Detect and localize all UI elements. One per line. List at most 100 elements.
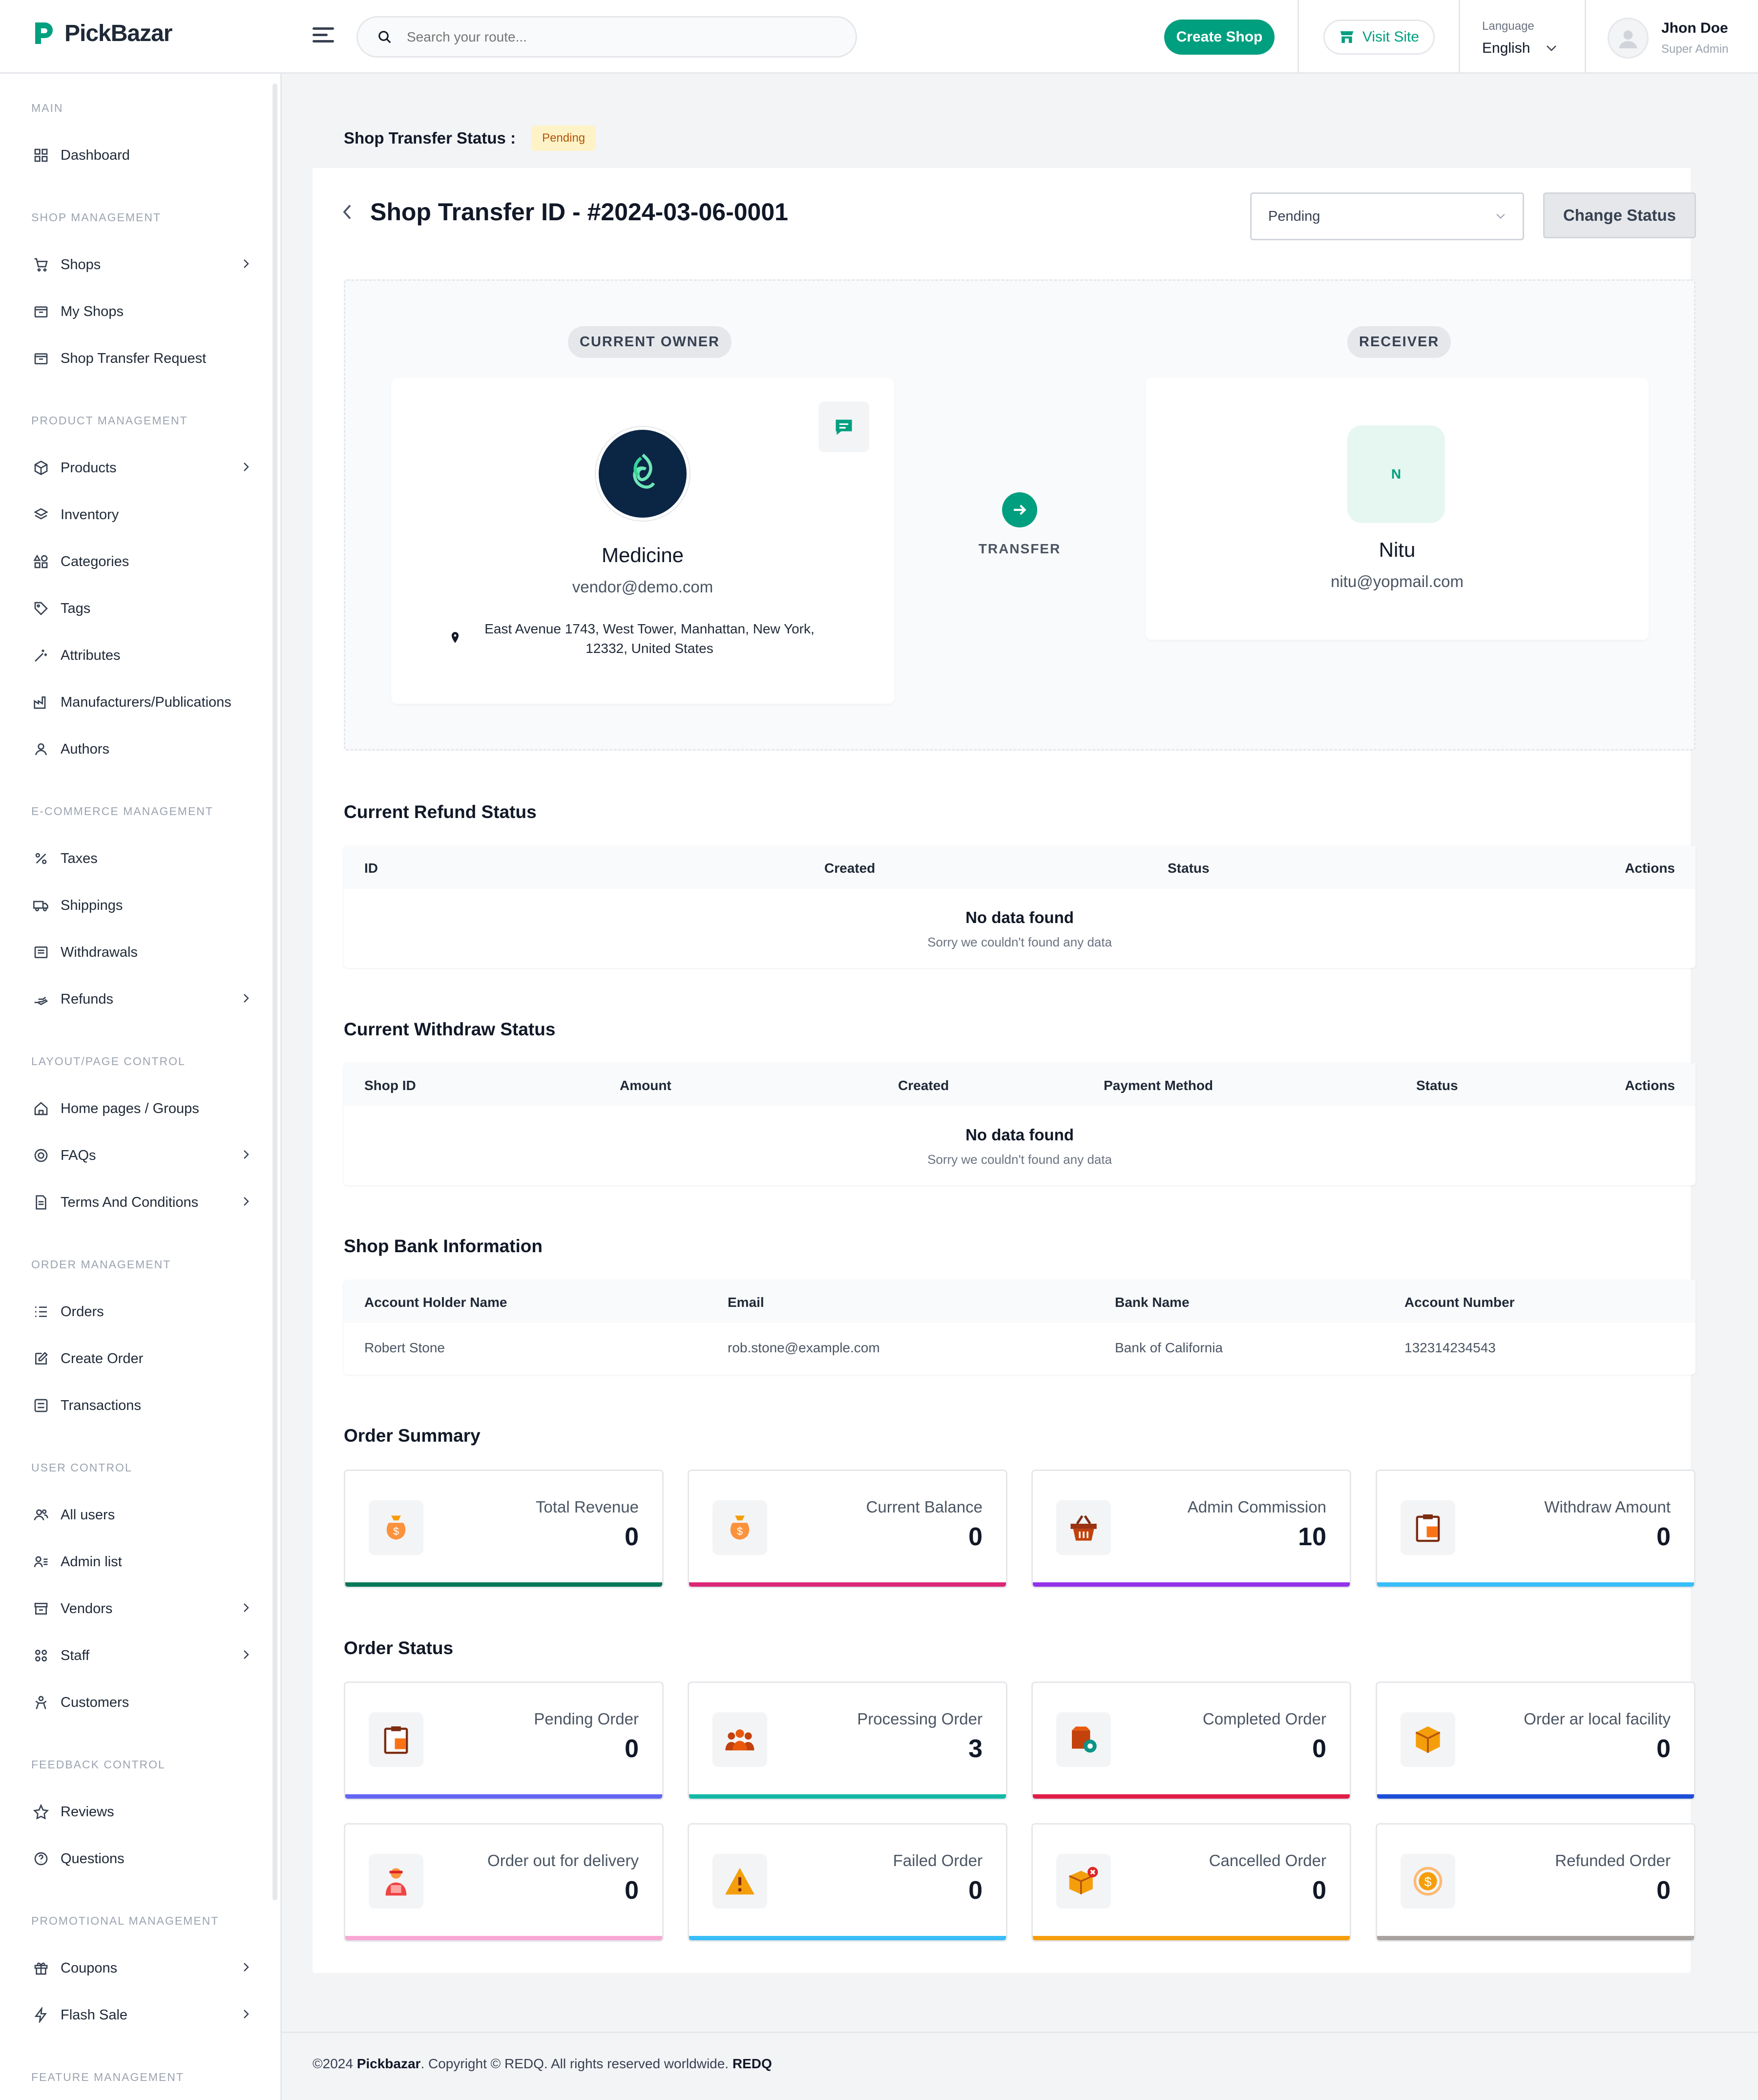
- change-status-button[interactable]: Change Status: [1543, 192, 1696, 238]
- status-select[interactable]: Pending: [1250, 192, 1524, 240]
- sidebar-item-shippings[interactable]: Shippings: [31, 896, 251, 915]
- sidebar-item-customers[interactable]: Customers: [31, 1693, 251, 1712]
- status-card-failed: Failed Order 0: [688, 1823, 1007, 1942]
- summary-card-total-revenue: $ Total Revenue 0: [344, 1470, 664, 1588]
- sidebar-item-authors[interactable]: Authors: [31, 739, 251, 759]
- sidebar-item-create-order[interactable]: Create Order: [31, 1349, 251, 1368]
- owner-email: vendor@demo.com: [572, 578, 713, 596]
- sidebar-item-shops[interactable]: Shops: [31, 255, 251, 274]
- sidebar-label: Dashboard: [61, 147, 130, 163]
- card-label: Processing Order: [857, 1710, 983, 1728]
- search-box[interactable]: [356, 16, 857, 58]
- card-label: Order out for delivery: [487, 1851, 639, 1869]
- package-check-icon: [1056, 1712, 1111, 1767]
- sidebar-label: Flash Sale: [61, 2007, 128, 2023]
- sidebar-scrollbar[interactable]: [272, 84, 277, 1900]
- receiver-email: nitu@yopmail.com: [1331, 572, 1464, 590]
- package-icon: [1401, 1712, 1455, 1767]
- owner-address: East Avenue 1743, West Tower, Manhattan,…: [469, 619, 830, 658]
- owner-name: Medicine: [601, 544, 684, 567]
- sidebar-item-vendors[interactable]: Vendors: [31, 1599, 251, 1618]
- status-select-value: Pending: [1268, 208, 1320, 224]
- card-value: 10: [1298, 1523, 1326, 1551]
- sidebar-item-categories[interactable]: Categories: [31, 552, 251, 571]
- shop-logo: [596, 427, 690, 521]
- back-chevron-icon[interactable]: [342, 203, 353, 221]
- card-accent-bar: [345, 1794, 662, 1799]
- delivery-person-icon: [369, 1854, 423, 1909]
- sidebar-item-faqs[interactable]: FAQs: [31, 1146, 251, 1165]
- list-icon: [31, 1302, 51, 1322]
- create-shop-button[interactable]: Create Shop: [1164, 20, 1275, 55]
- sidebar-label: Withdrawals: [61, 944, 138, 960]
- document-icon: [31, 1193, 51, 1212]
- page-title: Shop Transfer ID - #2024-03-06-0001: [370, 198, 788, 226]
- sidebar-item-home-pages[interactable]: Home pages / Groups: [31, 1099, 251, 1118]
- menu-toggle-icon[interactable]: [313, 27, 334, 45]
- admin-icon: [31, 1552, 51, 1572]
- card-value: 0: [968, 1876, 983, 1905]
- sidebar-label: Coupons: [61, 1960, 118, 1976]
- card-accent-bar: [689, 1936, 1006, 1940]
- refund-title: Current Refund Status: [344, 802, 537, 822]
- chat-button[interactable]: [818, 401, 869, 452]
- sidebar-label: Transactions: [61, 1397, 141, 1413]
- visit-site-button[interactable]: Visit Site: [1323, 20, 1435, 55]
- sidebar-item-taxes[interactable]: Taxes: [31, 849, 251, 868]
- sidebar-item-my-shops[interactable]: My Shops: [31, 302, 251, 321]
- sidebar-item-all-users[interactable]: All users: [31, 1505, 251, 1525]
- current-owner-pill: CURRENT OWNER: [568, 326, 732, 358]
- status-card-local-facility: Order ar local facility 0: [1376, 1681, 1695, 1800]
- money-bag-icon: $: [712, 1500, 767, 1555]
- card-value: 0: [625, 1876, 639, 1905]
- sidebar-item-orders[interactable]: Orders: [31, 1302, 251, 1322]
- search-input[interactable]: [407, 29, 797, 45]
- sidebar-item-coupons[interactable]: Coupons: [31, 1958, 251, 1978]
- card-accent-bar: [345, 1936, 662, 1940]
- user-icon: [1619, 30, 1637, 48]
- language-selector[interactable]: Language English: [1482, 20, 1557, 57]
- sidebar-item-admin-list[interactable]: Admin list: [31, 1552, 251, 1572]
- sidebar-item-transactions[interactable]: Transactions: [31, 1396, 251, 1415]
- transactions-icon: [31, 1396, 51, 1415]
- home-icon: [31, 1099, 51, 1118]
- footer-divider: [282, 2032, 1758, 2033]
- truck-icon: [31, 896, 51, 915]
- money-bag-icon: $: [369, 1500, 423, 1555]
- sidebar-item-inventory[interactable]: Inventory: [31, 505, 251, 525]
- user-menu[interactable]: Jhon Doe Super Admin: [1608, 18, 1728, 59]
- sidebar-label: Tags: [61, 600, 91, 616]
- sidebar-item-questions[interactable]: Questions: [31, 1849, 251, 1869]
- section-layout: LAYOUT/PAGE CONTROL: [31, 1055, 186, 1068]
- footer-brand-link[interactable]: Pickbazar: [357, 2056, 421, 2071]
- sidebar-item-terms[interactable]: Terms And Conditions: [31, 1193, 251, 1212]
- sidebar-item-refunds[interactable]: Refunds: [31, 989, 251, 1009]
- sidebar-item-dashboard[interactable]: Dashboard: [31, 146, 251, 165]
- sidebar-item-products[interactable]: Products: [31, 458, 251, 478]
- sidebar-item-staff[interactable]: Staff: [31, 1646, 251, 1665]
- chevron-down-icon: [1547, 45, 1557, 51]
- sidebar-item-withdrawals[interactable]: Withdrawals: [31, 943, 251, 962]
- card-value: 3: [968, 1735, 983, 1763]
- svg-text:$: $: [737, 1525, 743, 1537]
- visit-site-label: Visit Site: [1362, 29, 1420, 45]
- brand-logo[interactable]: PickBazar: [32, 20, 172, 47]
- sidebar-item-tags[interactable]: Tags: [31, 599, 251, 618]
- sidebar-label: Authors: [61, 741, 109, 757]
- language-label: Language: [1482, 20, 1534, 33]
- language-value: English: [1482, 40, 1530, 56]
- categories-icon: [31, 552, 51, 571]
- brand-name: PickBazar: [64, 20, 172, 46]
- sidebar-item-attributes[interactable]: Attributes: [31, 646, 251, 665]
- bank-title: Shop Bank Information: [344, 1236, 543, 1256]
- sidebar-item-shop-transfer[interactable]: Shop Transfer Request: [31, 349, 251, 368]
- question-icon: [31, 1849, 51, 1869]
- order-status-title: Order Status: [344, 1638, 454, 1658]
- footer-company-link[interactable]: REDQ: [732, 2056, 772, 2071]
- sidebar-item-manufacturers[interactable]: Manufacturers/Publications: [31, 693, 251, 712]
- sidebar-item-flash-sale[interactable]: Flash Sale: [31, 2005, 251, 2025]
- card-accent-bar: [1033, 1582, 1350, 1587]
- svg-text:$: $: [1424, 1875, 1432, 1890]
- sidebar-item-reviews[interactable]: Reviews: [31, 1802, 251, 1822]
- section-order: ORDER MANAGEMENT: [31, 1258, 171, 1271]
